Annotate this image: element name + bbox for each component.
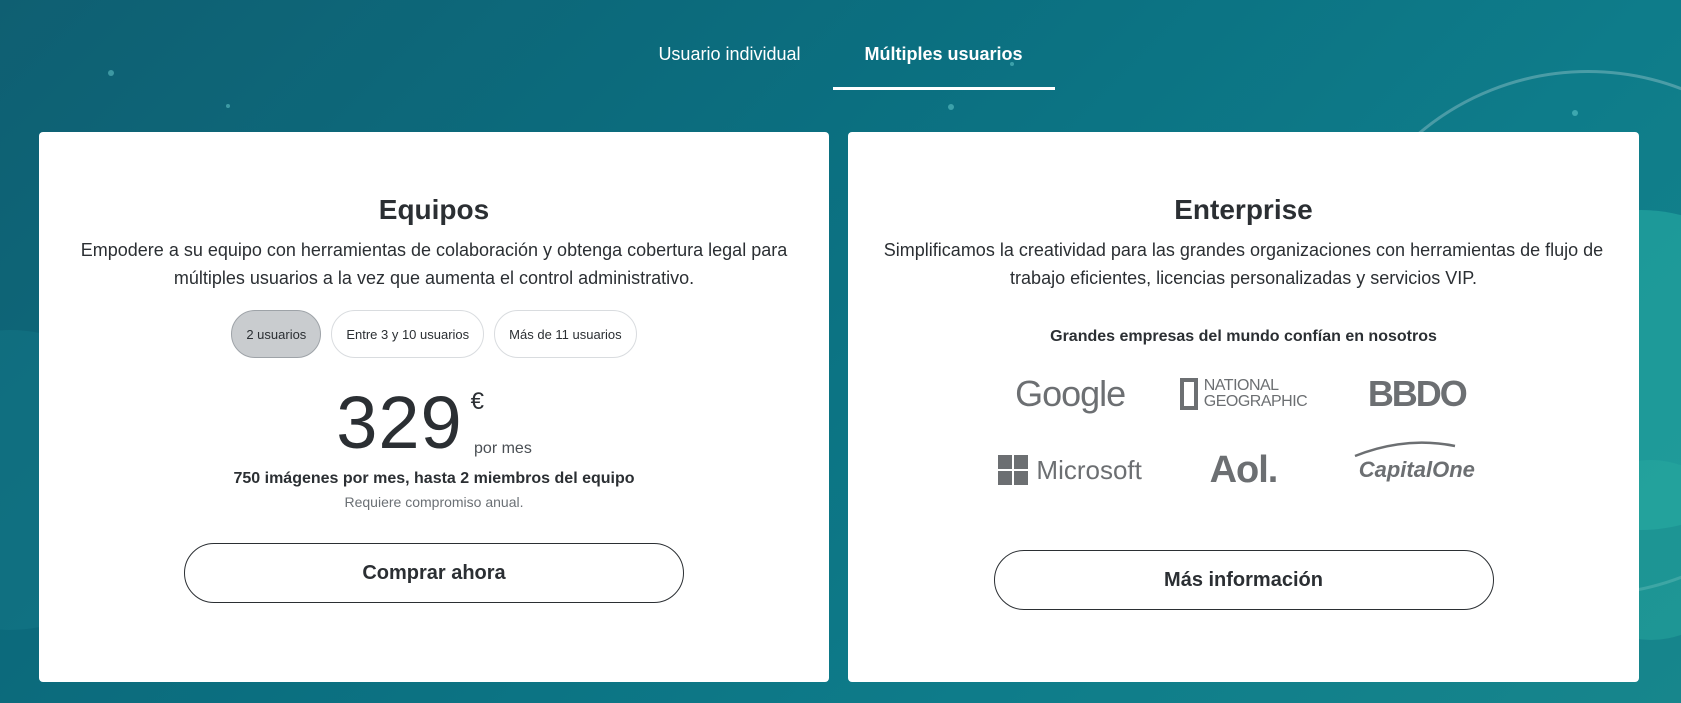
trust-heading: Grandes empresas del mundo confían en no… (1050, 328, 1437, 345)
national-geographic-logo: NATIONAL GEOGRAPHIC (1157, 370, 1330, 418)
capital-one-logo: CapitalOne (1330, 441, 1503, 494)
microsoft-windows-icon (998, 455, 1029, 485)
teams-title: Equipos (378, 194, 490, 225)
microsoft-logo-text: Microsoft (1036, 454, 1142, 485)
enterprise-description: Simplificamos la creatividad para las gr… (883, 240, 1604, 288)
capital-one-logo-text: CapitalOne (1358, 457, 1475, 482)
teams-description: Empodere a su equipo con herramientas de… (80, 240, 788, 288)
price-currency: € (470, 388, 485, 415)
enterprise-title: Enterprise (1174, 194, 1313, 225)
user-count-selector: 2 usuarios Entre 3 y 10 usuarios Más de … (39, 310, 829, 358)
bbdo-logo: BBDO (1330, 370, 1503, 418)
tab-multiple-users[interactable]: Múltiples usuarios (832, 0, 1055, 90)
buy-now-button[interactable]: Comprar ahora (184, 543, 684, 603)
price-amount: 329 (336, 381, 463, 464)
capital-one-swoosh-icon (1354, 441, 1456, 458)
more-info-button[interactable]: Más información (993, 550, 1494, 610)
option-11-plus-users[interactable]: Más de 11 usuarios (494, 310, 637, 358)
aol-logo-text: Aol. (1209, 448, 1279, 491)
google-logo: Google (984, 370, 1157, 418)
client-logos: Google NATIONAL GEOGRAPHIC BBDO Microsof… (984, 370, 1504, 494)
option-2-users[interactable]: 2 usuarios (231, 310, 322, 358)
natgeo-line2: GEOGRAPHIC (1203, 393, 1308, 410)
price-block: 329 € por mes (39, 386, 829, 466)
enterprise-plan-card: Enterprise Simplificamos la creatividad … (848, 132, 1639, 682)
option-3-10-users[interactable]: Entre 3 y 10 usuarios (331, 310, 485, 358)
plan-tabs: Usuario individual Múltiples usuarios (0, 0, 1681, 90)
tab-individual-user[interactable]: Usuario individual (626, 0, 832, 90)
natgeo-line1: NATIONAL (1203, 377, 1279, 394)
plan-note: Requiere compromiso anual. (344, 494, 524, 510)
plan-quota: 750 imágenes por mes, hasta 2 miembros d… (233, 470, 635, 487)
microsoft-logo: Microsoft (984, 446, 1157, 494)
natgeo-frame-icon (1179, 378, 1198, 410)
bbdo-logo-text: BBDO (1367, 373, 1468, 414)
google-logo-text: Google (1015, 373, 1126, 414)
teams-plan-card: Equipos Empodere a su equipo con herrami… (39, 132, 829, 682)
aol-logo: Aol. (1157, 446, 1330, 494)
price-period: por mes (474, 440, 532, 457)
